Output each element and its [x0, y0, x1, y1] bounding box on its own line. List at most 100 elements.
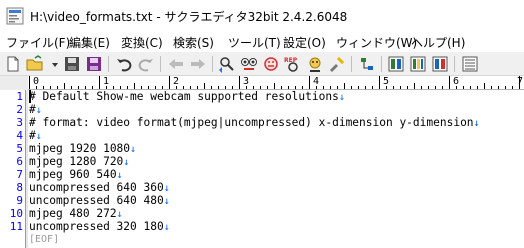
jump-back-icon[interactable]	[166, 54, 186, 74]
menu-settings[interactable]: 設定(O)	[283, 34, 326, 51]
undo-icon[interactable]	[114, 54, 134, 74]
save-icon[interactable]	[62, 54, 82, 74]
compare-icon[interactable]	[357, 54, 377, 74]
ruler: 0 1 2 3 4 5 6 7	[0, 76, 524, 90]
ruler-tick	[99, 76, 100, 89]
toolbar-separator	[108, 56, 109, 72]
menu-edit[interactable]: 編集(E)	[69, 34, 110, 51]
editor-line[interactable]: 4 #↓	[0, 129, 524, 142]
open-folder-icon[interactable]	[25, 54, 45, 74]
editor-line[interactable]: 2 #↓	[0, 103, 524, 116]
ruler-tick	[162, 86, 163, 89]
editor-line[interactable]: 11 uncompressed 320 180↓	[0, 220, 524, 233]
line-text: uncompressed 640 360↓	[29, 181, 170, 194]
redo-icon[interactable]	[136, 54, 156, 74]
line-number: 11	[9, 220, 23, 233]
line-text: uncompressed 320 180↓	[29, 220, 170, 233]
line-number: 9	[16, 194, 23, 207]
ruler-tick	[106, 86, 107, 89]
ruler-tick	[393, 86, 394, 89]
line-number: 10	[9, 207, 23, 220]
ruler-tick	[337, 86, 338, 89]
ruler-tick	[470, 86, 471, 89]
newline-mark: ↓	[163, 196, 170, 207]
ruler-tick	[309, 76, 310, 89]
menu-window[interactable]: ウィンドウ(W)	[336, 34, 417, 51]
ruler-tick	[421, 86, 422, 89]
newline-mark: ↓	[163, 183, 170, 194]
ruler-tick	[281, 86, 282, 89]
ruler-tick	[120, 86, 121, 89]
ruler-tick	[232, 86, 233, 89]
editor-line[interactable]: 9 uncompressed 640 480↓	[0, 194, 524, 207]
jump-forward-icon[interactable]	[188, 54, 208, 74]
replace-icon[interactable]	[327, 54, 347, 74]
ruler-tick	[449, 76, 450, 89]
ruler-tick	[400, 86, 401, 89]
menu-file[interactable]: ファイル(F)	[6, 34, 70, 51]
ruler-tick	[127, 86, 128, 89]
menu-help[interactable]: ヘルプ(H)	[411, 34, 465, 51]
editor-line[interactable]: 6 mjpeg 1280 720↓	[0, 155, 524, 168]
newline-mark: ↓	[35, 131, 42, 142]
new-file-icon[interactable]	[3, 54, 23, 74]
bookmark-icon[interactable]	[305, 54, 325, 74]
font-icon[interactable]	[460, 54, 480, 74]
line-text: #↓	[29, 103, 42, 116]
ruler-tick	[414, 83, 415, 89]
macro-icon[interactable]	[386, 54, 406, 74]
ruler-tick	[344, 83, 345, 89]
settings-icon[interactable]	[430, 54, 450, 74]
ruler-tick	[113, 86, 114, 89]
search-prev-red-icon[interactable]	[261, 54, 281, 74]
toolbar: REP	[0, 52, 524, 76]
ruler-label: 7	[517, 76, 524, 87]
toolbar-separator	[212, 56, 213, 72]
editor-line[interactable]: 10 mjpeg 480 272↓	[0, 207, 524, 220]
ruler-tick	[183, 86, 184, 89]
newline-mark: ↓	[116, 209, 123, 220]
line-number: 5	[16, 142, 23, 155]
menu-search[interactable]: 検索(S)	[173, 34, 214, 51]
toolbar-separator	[351, 56, 352, 72]
ruler-tick	[57, 86, 58, 89]
ruler-tick	[239, 76, 240, 89]
ruler-tick	[169, 76, 170, 89]
ruler-tick	[379, 76, 380, 89]
newline-mark: ↓	[473, 118, 480, 129]
toolbar-separator	[160, 56, 161, 72]
ruler-tick	[428, 86, 429, 89]
editor-area[interactable]: 1 # Default Show-me webcam supported res…	[0, 90, 524, 248]
open-dropdown-icon[interactable]	[45, 54, 58, 74]
editor-line[interactable]: 1 # Default Show-me webcam supported res…	[0, 90, 524, 103]
ruler-tick	[442, 86, 443, 89]
ruler-tick	[407, 86, 408, 89]
line-number: 6	[16, 155, 23, 168]
editor-line[interactable]: 5 mjpeg 1920 1080↓	[0, 142, 524, 155]
editor-line[interactable]: 7 mjpeg 960 540↓	[0, 168, 524, 181]
search-prev-icon[interactable]	[217, 54, 237, 74]
editor-line[interactable]: [EOF]	[0, 233, 524, 246]
ruler-tick	[351, 86, 352, 89]
ruler-tick	[491, 86, 492, 89]
ruler-tick	[211, 86, 212, 89]
menu-bar: ファイル(F) 編集(E) 変換(C) 検索(S) ツール(T) 設定(O) ウ…	[0, 32, 524, 52]
search-next-icon[interactable]	[239, 54, 259, 74]
line-text: mjpeg 960 540↓	[29, 168, 123, 181]
grep-icon[interactable]: REP	[283, 54, 303, 74]
ruler-tick	[64, 83, 65, 89]
ruler-tick	[456, 86, 457, 89]
save-all-icon[interactable]	[84, 54, 104, 74]
menu-convert[interactable]: 変換(C)	[121, 34, 163, 51]
ruler-tick	[29, 76, 30, 89]
editor-line[interactable]: 8 uncompressed 640 360↓	[0, 181, 524, 194]
newline-mark: ↓	[130, 144, 137, 155]
editor-line[interactable]: 3 # format: video format(mjpeg|uncompres…	[0, 116, 524, 129]
line-number: 3	[16, 116, 23, 129]
ruler-tick	[295, 86, 296, 89]
eof-marker: [EOF]	[29, 234, 60, 245]
menu-tools[interactable]: ツール(T)	[228, 34, 281, 51]
ruler-tick	[155, 86, 156, 89]
outline-icon[interactable]	[408, 54, 428, 74]
sakura-editor-app-icon[interactable]	[6, 7, 24, 25]
